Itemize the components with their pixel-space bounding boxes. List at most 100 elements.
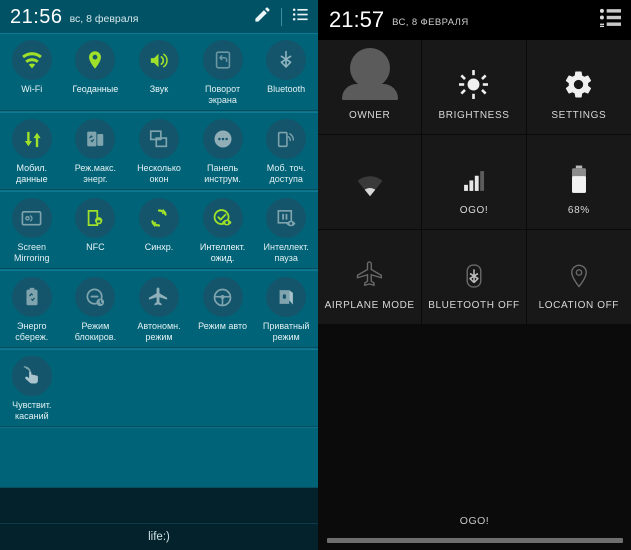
toggle-smart-stay[interactable]: Интеллект. ожид. — [191, 191, 255, 269]
tile-wifi[interactable] — [318, 135, 423, 230]
left-carrier-label: life:) — [0, 523, 318, 550]
toggle-mobile-hotspot[interactable]: Моб. точ. доступа — [254, 112, 318, 190]
tile-bluetooth[interactable]: BLUETOOTH OFF — [422, 230, 527, 325]
toggle-label: Интеллект. ожид. — [199, 242, 246, 263]
multi-window-icon — [138, 119, 179, 159]
wifi-icon — [11, 40, 52, 80]
toggle-car-mode[interactable]: Режим авто — [191, 270, 255, 348]
avatar-head — [349, 47, 390, 88]
toggle-touch-sensitivity[interactable]: Чувствит. касаний — [0, 349, 64, 427]
toggle-screen-rotation[interactable]: Поворот экрана — [191, 33, 255, 111]
screen-rotation-icon — [202, 40, 243, 80]
tile-label: AIRPLANE MODE — [324, 299, 415, 311]
tile-row: OWNER BRIGHTNESS SETTINGS — [318, 40, 631, 135]
toggle-label: Панель инструм. — [204, 163, 241, 184]
cell-signal-icon — [460, 149, 488, 195]
aosp-quick-settings-panel: 21:57 ВС, 8 ФЕВРАЛЯ OWNER BRIGHTNESS SET… — [318, 0, 631, 550]
location-off-icon — [565, 244, 593, 290]
toggle-row: Чувствит. касаний — [0, 349, 318, 428]
right-carrier-label: OGO! — [459, 515, 490, 527]
toggle-power-saving[interactable]: Энерго сбереж. — [0, 270, 64, 348]
mobile-data-icon — [11, 119, 52, 159]
toggle-label: Моб. точ. доступа — [266, 163, 306, 184]
location-pin-icon — [75, 40, 116, 80]
toggle-label: Несколько окон — [137, 163, 181, 184]
toggle-row: Screen Mirroring NFC Синхр. Интеллект. о… — [0, 191, 318, 270]
panel-drag-handle[interactable] — [326, 538, 623, 543]
pencil-icon[interactable] — [253, 5, 272, 29]
airplane-mode-icon — [355, 244, 385, 290]
airplane-mode-icon — [138, 277, 179, 317]
left-status-bar: 21:56 вс, 8 февраля — [0, 0, 318, 33]
quick-settings-list-icon[interactable] — [599, 8, 622, 33]
tile-brightness[interactable]: BRIGHTNESS — [422, 40, 527, 135]
toggle-empty-slot — [127, 349, 191, 427]
status-divider — [281, 7, 282, 26]
nfc-icon — [75, 198, 116, 238]
toggle-label: Реж.макс. энерг. — [74, 163, 117, 184]
tile-row: AIRPLANE MODE BLUETOOTH OFF LOCATION OFF — [318, 230, 631, 325]
user-avatar-icon — [341, 47, 398, 100]
avatar-body — [341, 83, 398, 100]
avatar — [341, 47, 398, 100]
toggle-label: Режим блокиров. — [74, 321, 117, 342]
toggle-sound[interactable]: Звук — [127, 33, 191, 111]
right-clock: 21:57 — [329, 7, 385, 32]
toggle-label: Интеллект. пауза — [263, 242, 309, 263]
left-quick-toggles-area: Wi-Fi Геоданные Звук Поворот экрана Blue… — [0, 33, 318, 428]
bluetooth-off-icon — [460, 244, 488, 290]
toolbox-icon — [202, 119, 243, 159]
tile-label: SETTINGS — [551, 109, 607, 121]
private-mode-icon — [266, 277, 307, 317]
toggle-label: Автономн. режим — [137, 321, 181, 342]
tile-cell-signal[interactable]: OGO! — [422, 135, 527, 230]
toggle-row: Мобил. данные Реж.макс. энерг. Несколько… — [0, 112, 318, 191]
toggle-location[interactable]: Геоданные — [64, 33, 128, 111]
left-clock: 21:56 — [10, 5, 63, 28]
tile-label: BRIGHTNESS — [438, 109, 510, 121]
toggle-label: NFC — [86, 242, 105, 252]
settings-gear-icon — [563, 54, 594, 100]
toggle-smart-pause[interactable]: Интеллект. пауза — [254, 191, 318, 269]
toggle-airplane-mode[interactable]: Автономн. режим — [127, 270, 191, 348]
tile-location[interactable]: LOCATION OFF — [526, 230, 631, 325]
toggle-label: Bluetooth — [267, 84, 306, 94]
toggle-bluetooth[interactable]: Bluetooth — [254, 33, 318, 111]
tile-row: OGO! 68% — [318, 135, 631, 230]
tile-settings[interactable]: SETTINGS — [526, 40, 631, 135]
toggle-nfc[interactable]: NFC — [64, 191, 128, 269]
toggle-sync[interactable]: Синхр. — [127, 191, 191, 269]
left-date: вс, 8 февраля — [69, 12, 139, 25]
toggle-label: Энерго сбереж. — [15, 321, 49, 342]
tile-airplane-mode[interactable]: AIRPLANE MODE — [318, 230, 423, 325]
touchwiz-notification-panel: 21:56 вс, 8 февраля Wi-Fi Геоданные Звук… — [0, 0, 318, 550]
tile-label: OWNER — [348, 109, 391, 121]
power-saving-icon — [11, 277, 52, 317]
toggle-mobile-data[interactable]: Мобил. данные — [0, 112, 64, 190]
left-notification-area — [0, 487, 318, 523]
toggle-label: Синхр. — [144, 242, 174, 252]
toggle-empty-slot — [64, 349, 128, 427]
bluetooth-icon — [266, 40, 307, 80]
touch-sensitivity-icon — [11, 356, 52, 396]
tile-owner[interactable]: OWNER — [318, 40, 423, 135]
sync-icon — [138, 198, 179, 238]
toggle-blocking-mode[interactable]: Режим блокиров. — [64, 270, 128, 348]
right-panel-footer: OGO! — [318, 515, 631, 550]
toggle-screen-mirroring[interactable]: Screen Mirroring — [0, 191, 64, 269]
mobile-hotspot-icon — [266, 119, 307, 159]
tile-battery[interactable]: 68% — [526, 135, 631, 230]
toggle-label: Режим авто — [198, 321, 248, 331]
toggle-ultra-power-saving[interactable]: Реж.макс. энерг. — [64, 112, 128, 190]
toggle-private-mode[interactable]: Приватный режим — [254, 270, 318, 348]
toggle-empty-slot — [254, 349, 318, 427]
list-icon[interactable] — [291, 5, 310, 29]
sound-speaker-icon — [138, 40, 179, 80]
toggle-toolbox[interactable]: Панель инструм. — [191, 112, 255, 190]
left-status-icons — [253, 5, 310, 29]
ultra-power-saving-icon — [75, 119, 116, 159]
toggle-wifi[interactable]: Wi-Fi — [0, 33, 64, 111]
toggle-multi-window[interactable]: Несколько окон — [127, 112, 191, 190]
toggle-label: Screen Mirroring — [14, 242, 50, 263]
toggle-label: Звук — [149, 84, 169, 94]
